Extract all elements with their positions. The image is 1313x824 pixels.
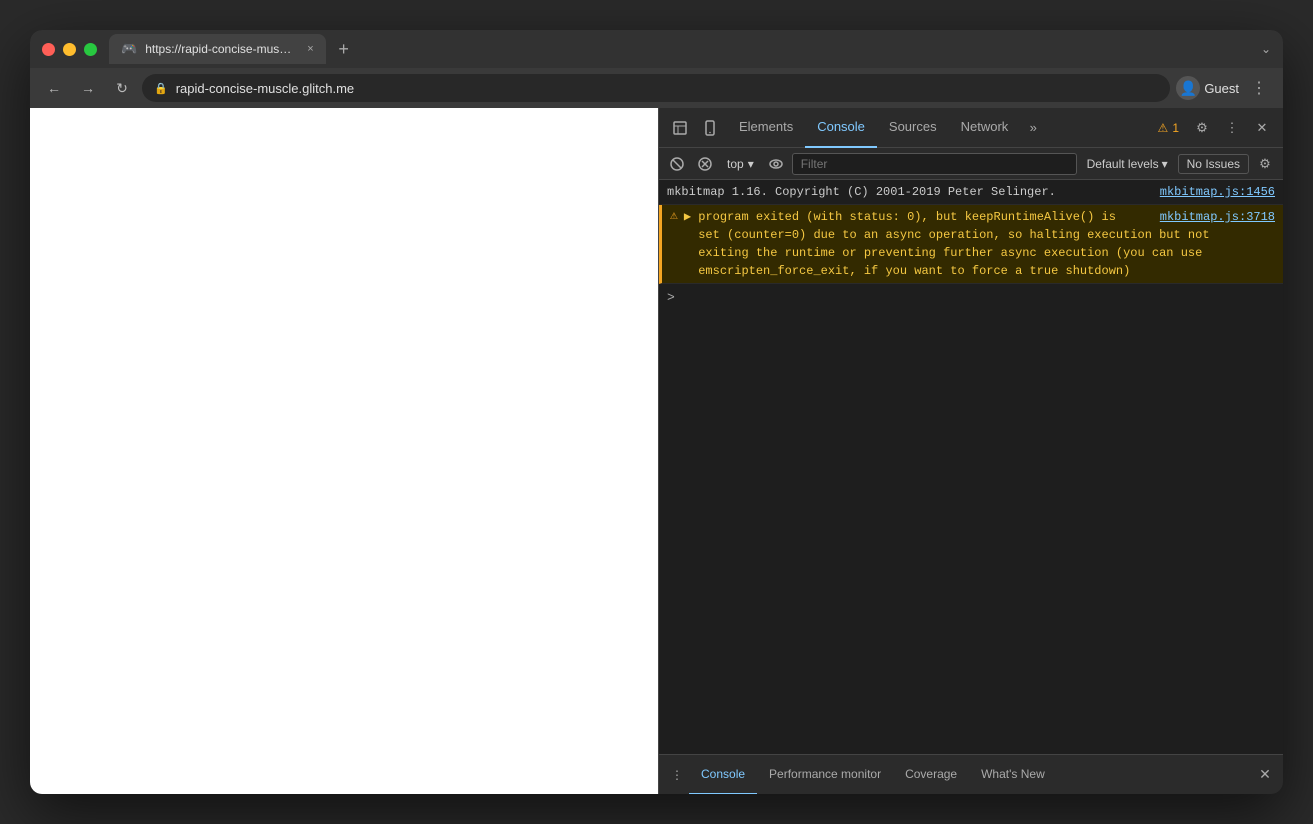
eye-button[interactable] [764, 152, 788, 176]
clear-console-button[interactable] [665, 152, 689, 176]
traffic-lights [42, 43, 97, 56]
warning-icon: ⚠ [1158, 121, 1169, 135]
context-arrow: ▾ [748, 157, 754, 171]
console-line-info: mkbitmap 1.16. Copyright (C) 2001-2019 P… [659, 180, 1283, 205]
bottom-tab-coverage[interactable]: Coverage [893, 755, 969, 795]
page-viewport [30, 108, 658, 794]
bottom-tab-performance-monitor[interactable]: Performance monitor [757, 755, 893, 795]
default-levels-button[interactable]: Default levels ▾ [1081, 155, 1174, 173]
device-toolbar-button[interactable] [697, 115, 723, 141]
titlebar-controls: ⌄ [1261, 42, 1271, 56]
console-link-warning[interactable]: mkbitmap.js:3718 [1160, 208, 1275, 226]
console-warning-rest: set (counter=0) due to an async operatio… [684, 226, 1275, 280]
more-tabs-button[interactable]: » [1020, 115, 1046, 141]
console-settings-button[interactable]: ⚙ [1253, 152, 1277, 176]
console-line-text: mkbitmap 1.16. Copyright (C) 2001-2019 P… [667, 183, 1275, 201]
bottom-tab-whats-new[interactable]: What's New [969, 755, 1057, 795]
chrome-menu-button[interactable]: ⌄ [1261, 42, 1271, 56]
console-link-info[interactable]: mkbitmap.js:1456 [1160, 183, 1275, 201]
tab-elements[interactable]: Elements [727, 108, 805, 148]
profile-name: Guest [1204, 81, 1239, 96]
reload-button[interactable]: ↻ [108, 74, 136, 102]
tab-title: https://rapid-concise-muscle.g... [145, 42, 295, 56]
new-tab-button[interactable]: + [330, 35, 358, 63]
chrome-menu-dots[interactable]: ⋮ [1245, 74, 1273, 102]
drawer-toggle-button[interactable]: ⋮ [665, 763, 689, 787]
no-issues-button[interactable]: No Issues [1178, 154, 1249, 174]
tab-console[interactable]: Console [805, 108, 877, 148]
tab-network[interactable]: Network [949, 108, 1021, 148]
maximize-button[interactable] [84, 43, 97, 56]
tab-bar: 🎮 https://rapid-concise-muscle.g... × + [109, 34, 685, 64]
bottom-tabs: Console Performance monitor Coverage Wha… [689, 755, 1057, 795]
tab-sources[interactable]: Sources [877, 108, 949, 148]
filter-input[interactable] [792, 153, 1077, 175]
bottom-bar-close-button[interactable]: ✕ [1253, 763, 1277, 787]
warning-triangle-icon: ⚠ [670, 208, 678, 223]
bottom-tab-console[interactable]: Console [689, 755, 757, 795]
context-selector[interactable]: top ▾ [721, 155, 760, 173]
security-icon: 🔒 [154, 82, 168, 95]
profile-avatar-icon: 👤 [1180, 80, 1197, 97]
tab-close-button[interactable]: × [307, 43, 313, 55]
address-bar[interactable]: 🔒 rapid-concise-muscle.glitch.me [142, 74, 1170, 102]
console-output: mkbitmap 1.16. Copyright (C) 2001-2019 P… [659, 180, 1283, 754]
devtools-close-button[interactable]: ✕ [1249, 115, 1275, 141]
context-label: top [727, 157, 744, 171]
tab-favicon: 🎮 [121, 41, 137, 57]
inspect-element-button[interactable] [667, 115, 693, 141]
devtools-toolbar-right: ⚠ 1 ⚙ ⋮ ✕ [1152, 115, 1275, 141]
stop-recording-button[interactable] [693, 152, 717, 176]
console-prompt[interactable]: > [659, 284, 1283, 311]
devtools-toolbar: Elements Console Sources Network » ⚠ [659, 108, 1283, 148]
navbar: ← → ↻ 🔒 rapid-concise-muscle.glitch.me 👤… [30, 68, 1283, 108]
browser-tab[interactable]: 🎮 https://rapid-concise-muscle.g... × [109, 34, 326, 64]
levels-arrow: ▾ [1162, 157, 1168, 171]
minimize-button[interactable] [63, 43, 76, 56]
back-button[interactable]: ← [40, 74, 68, 102]
devtools-bottom-bar: ⋮ Console Performance monitor Coverage W… [659, 754, 1283, 794]
close-button[interactable] [42, 43, 55, 56]
console-message-info: mkbitmap 1.16. Copyright (C) 2001-2019 P… [667, 183, 1056, 201]
devtools-tabs: Elements Console Sources Network » [727, 108, 1148, 148]
devtools-settings-button[interactable]: ⚙ [1189, 115, 1215, 141]
devtools-more-button[interactable]: ⋮ [1219, 115, 1245, 141]
prompt-character: > [667, 290, 675, 305]
console-line-warning: ⚠ ▶ program exited (with status: 0), but… [659, 205, 1283, 284]
address-text: rapid-concise-muscle.glitch.me [176, 81, 1159, 96]
console-warning-text: ▶ program exited (with status: 0), but k… [684, 208, 1275, 280]
titlebar: 🎮 https://rapid-concise-muscle.g... × + … [30, 30, 1283, 68]
devtools-panel: Elements Console Sources Network » ⚠ [658, 108, 1283, 794]
warning-count: 1 [1172, 121, 1179, 135]
forward-button[interactable]: → [74, 74, 102, 102]
profile-area: 👤 Guest [1176, 76, 1239, 100]
console-warning-first-line: ▶ program exited (with status: 0), but k… [684, 208, 1116, 226]
main-content: Elements Console Sources Network » ⚠ [30, 108, 1283, 794]
issues-badge[interactable]: ⚠ 1 [1152, 119, 1185, 137]
console-toolbar: top ▾ Default levels ▾ No Issues [659, 148, 1283, 180]
browser-window: 🎮 https://rapid-concise-muscle.g... × + … [30, 30, 1283, 794]
profile-avatar[interactable]: 👤 [1176, 76, 1200, 100]
